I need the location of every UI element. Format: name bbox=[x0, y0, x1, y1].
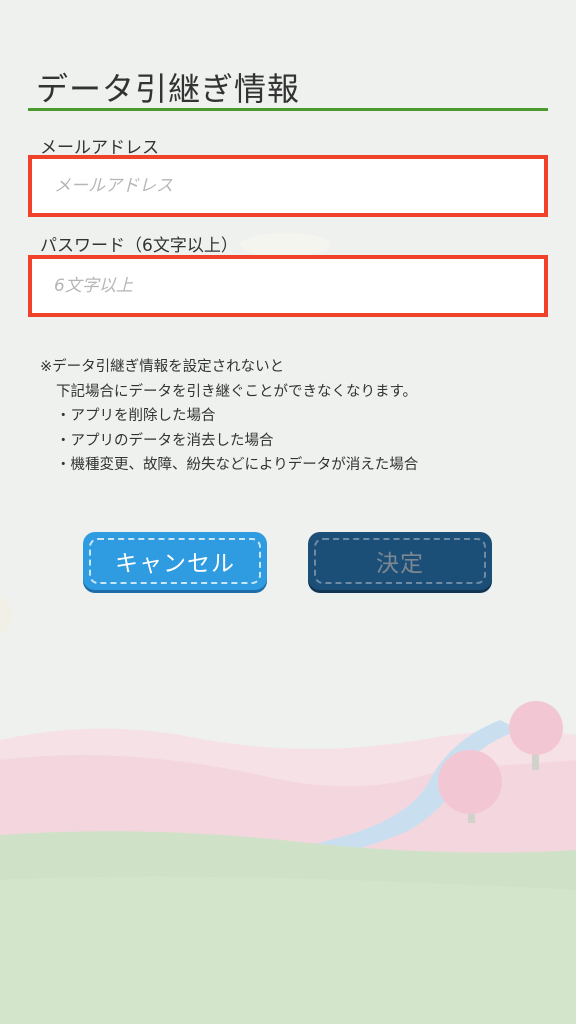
notice-text: ※データ引継ぎ情報を設定されないと 下記場合にデータを引き継ぐことができなくなり… bbox=[40, 355, 418, 478]
notice-item: ・アプリを削除した場合 bbox=[56, 408, 216, 424]
notice-item: ・アプリのデータを消去した場合 bbox=[56, 432, 274, 449]
confirm-button-label: 決定 bbox=[376, 551, 424, 577]
cancel-button-label: キャンセル bbox=[115, 551, 235, 577]
notice-item: ・機種変更、故障、紛失などによりデータが消えた場合 bbox=[56, 457, 419, 473]
cancel-button[interactable]: キャンセル bbox=[83, 532, 267, 590]
title-divider bbox=[28, 108, 548, 111]
password-field[interactable] bbox=[38, 265, 538, 307]
notice-line: 下記場合にデータを引き継ぐことができなくなります。 bbox=[56, 383, 418, 400]
email-field[interactable] bbox=[38, 165, 538, 207]
notice-line: ※データ引継ぎ情報を設定されないと bbox=[40, 359, 285, 375]
screen: データ引継ぎ情報 メールアドレス パスワード（6文字以上） ※データ引継ぎ情報を… bbox=[0, 0, 576, 1024]
password-label: パスワード（6文字以上） bbox=[40, 236, 238, 256]
content: データ引継ぎ情報 メールアドレス パスワード（6文字以上） ※データ引継ぎ情報を… bbox=[0, 0, 576, 1024]
confirm-button[interactable]: 決定 bbox=[308, 532, 492, 590]
page-title: データ引継ぎ情報 bbox=[36, 70, 301, 108]
email-field-highlight bbox=[28, 155, 548, 217]
password-field-highlight bbox=[28, 255, 548, 317]
